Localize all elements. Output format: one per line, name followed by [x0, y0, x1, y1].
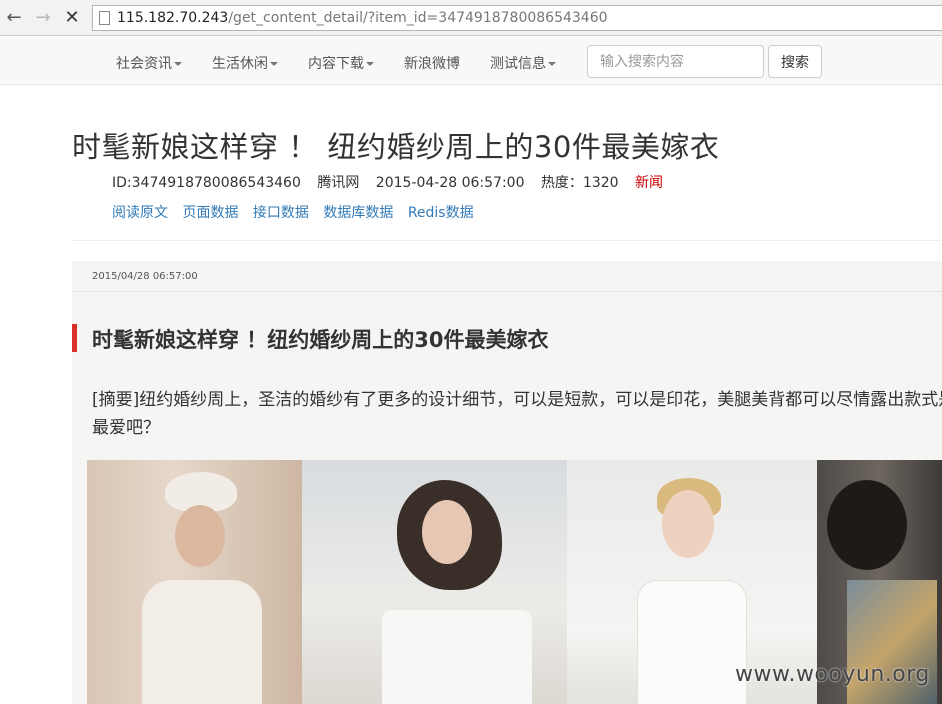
page-icon — [99, 11, 110, 25]
photo-panel-1 — [87, 460, 302, 704]
url-text[interactable]: 115.182.70.243/get_content_detail/?item_… — [117, 10, 608, 26]
forward-arrow-icon[interactable]: → — [33, 8, 53, 28]
search-input[interactable] — [587, 45, 764, 78]
category-badge: 新闻 — [635, 175, 664, 191]
nav-item-weibo[interactable]: 新浪微博 — [404, 53, 460, 73]
item-id: ID:3474918780086543460 — [112, 175, 301, 191]
read-original-link[interactable]: 阅读原文 — [112, 205, 168, 221]
database-data-link[interactable]: 数据库数据 — [323, 205, 393, 221]
source: 腾讯网 — [317, 175, 360, 191]
watermark: www.wooyun.org — [735, 662, 930, 687]
divider — [72, 240, 942, 241]
article-body: 2015/04/28 06:57:00 时髦新娘这样穿 ！纽约婚纱周上的30件最… — [72, 261, 942, 704]
nav-item-test-info[interactable]: 测试信息 — [490, 53, 556, 73]
back-arrow-icon[interactable]: ← — [4, 8, 24, 28]
nav-item-social-news[interactable]: 社会资讯 — [116, 53, 182, 73]
url-path: /get_content_detail/?item_id=34749187800… — [228, 10, 608, 26]
caret-down-icon — [270, 62, 278, 66]
article-date: 2015/04/28 06:57:00 — [92, 271, 198, 282]
page-data-link[interactable]: 页面数据 — [182, 205, 238, 221]
article-meta: ID:3474918780086543460 腾讯网 2015-04-28 06… — [112, 172, 675, 192]
search-button[interactable]: 搜索 — [768, 45, 822, 78]
address-bar[interactable]: 115.182.70.243/get_content_detail/?item_… — [92, 5, 942, 31]
redis-data-link[interactable]: Redis数据 — [408, 205, 474, 221]
article-summary: [摘要]纽约婚纱周上，圣洁的婚纱有了更多的设计细节，可以是短款，可以是印花，美腿… — [92, 390, 942, 438]
site-navbar: 社会资讯 生活休闲 内容下载 新浪微博 测试信息 搜索 — [0, 37, 942, 85]
caret-down-icon — [174, 62, 182, 66]
heading-accent-bar — [72, 324, 77, 352]
heat-count: 热度：1320 — [540, 175, 619, 191]
divider — [72, 291, 942, 292]
stop-close-icon[interactable]: ✕ — [62, 8, 82, 28]
data-links: 阅读原文 页面数据 接口数据 数据库数据 Redis数据 — [112, 202, 484, 222]
page-title: 时髦新娘这样穿 ！ 纽约婚纱周上的30件最美嫁衣 — [72, 130, 720, 164]
api-data-link[interactable]: 接口数据 — [253, 205, 309, 221]
nav-item-lifestyle[interactable]: 生活休闲 — [212, 53, 278, 73]
photo-panel-2 — [302, 460, 567, 704]
url-host: 115.182.70.243 — [117, 10, 229, 26]
publish-time: 2015-04-28 06:57:00 — [375, 175, 525, 191]
caret-down-icon — [366, 62, 374, 66]
caret-down-icon — [548, 62, 556, 66]
article-heading: 时髦新娘这样穿 ！纽约婚纱周上的30件最美嫁衣 — [92, 328, 549, 352]
browser-toolbar: ← → ✕ 115.182.70.243/get_content_detail/… — [0, 0, 942, 36]
nav-item-downloads[interactable]: 内容下载 — [308, 53, 374, 73]
